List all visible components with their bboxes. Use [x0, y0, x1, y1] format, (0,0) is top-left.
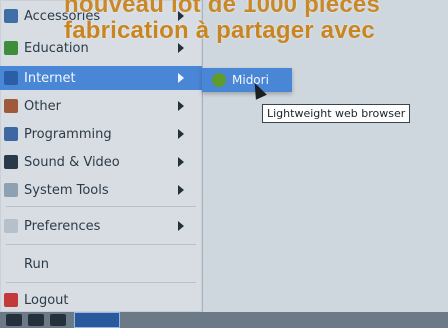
menu-item-label: System Tools	[24, 182, 109, 198]
menu-item-label: Programming	[24, 126, 112, 142]
run-icon	[4, 257, 18, 271]
overlay-line-1: nouveau lot de 1000 pièces	[64, 0, 380, 18]
submenu-arrow-icon	[178, 73, 184, 83]
internet-icon	[4, 71, 18, 85]
submenu-arrow-icon	[178, 221, 184, 231]
education-icon	[4, 41, 18, 55]
midori-icon	[212, 73, 226, 87]
menu-item-label: Sound & Video	[24, 154, 120, 170]
overlay-line-2: fabrication à partager avec	[64, 17, 375, 44]
menu-separator	[6, 282, 196, 283]
submenu-item-midori[interactable]: Midori	[202, 68, 292, 92]
submenu-arrow-icon	[178, 129, 184, 139]
submenu-arrow-icon	[178, 43, 184, 53]
applications-menu: Accessories Education Internet Other Pro…	[0, 0, 203, 312]
menu-item-label: Other	[24, 98, 61, 114]
programming-icon	[4, 127, 18, 141]
sound-video-icon	[4, 155, 18, 169]
menu-item-other[interactable]: Other	[0, 94, 202, 118]
system-tools-icon	[4, 183, 18, 197]
submenu-arrow-icon	[178, 185, 184, 195]
menu-item-programming[interactable]: Programming	[0, 122, 202, 146]
menu-item-run[interactable]: Run	[0, 252, 202, 276]
menu-item-system-tools[interactable]: System Tools	[0, 178, 202, 202]
menu-item-internet[interactable]: Internet	[0, 66, 202, 90]
menu-item-label: Internet	[24, 70, 76, 86]
taskbar-app-icon[interactable]	[50, 314, 66, 326]
accessories-icon	[4, 9, 18, 23]
overlay-caption: nouveau lot de 1000 pièces fabrication à…	[64, 0, 448, 44]
taskbar	[0, 312, 448, 328]
submenu-arrow-icon	[178, 157, 184, 167]
menu-item-preferences[interactable]: Preferences	[0, 214, 202, 238]
menu-item-sound-video[interactable]: Sound & Video	[0, 150, 202, 174]
menu-item-logout[interactable]: Logout	[0, 288, 202, 312]
other-icon	[4, 99, 18, 113]
start-menu-icon[interactable]	[6, 314, 22, 326]
menu-item-label: Run	[24, 256, 49, 272]
taskbar-app-icon[interactable]	[28, 314, 44, 326]
menu-item-label: Preferences	[24, 218, 101, 234]
menu-separator	[6, 206, 196, 207]
logout-icon	[4, 293, 18, 307]
menu-separator	[6, 244, 196, 245]
menu-item-label: Logout	[24, 292, 69, 308]
submenu-arrow-icon	[178, 101, 184, 111]
preferences-icon	[4, 219, 18, 233]
tooltip: Lightweight web browser	[262, 104, 411, 123]
taskbar-active-window[interactable]	[74, 312, 120, 328]
